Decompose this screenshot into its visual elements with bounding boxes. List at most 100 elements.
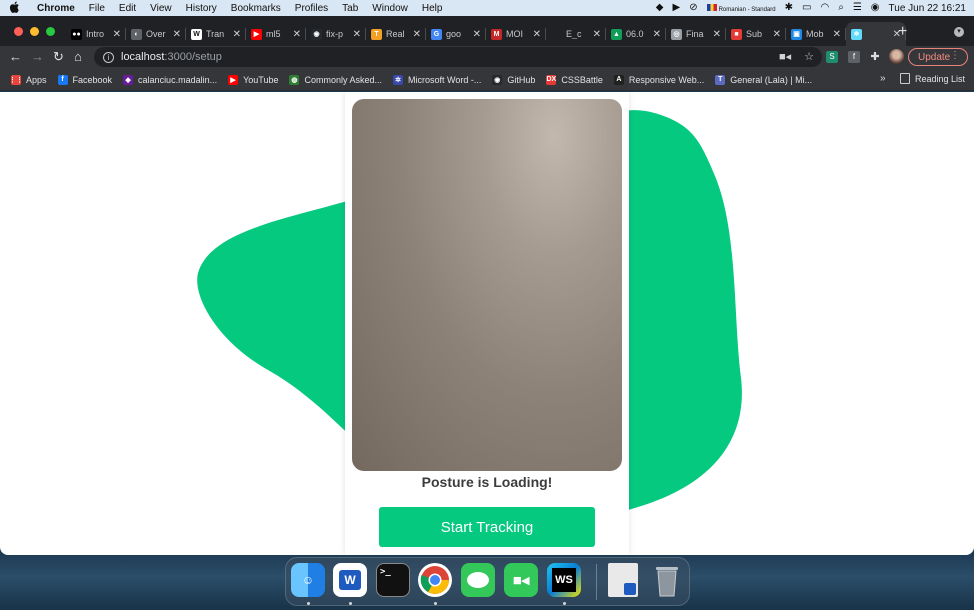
wifi-icon[interactable]: ◠ <box>820 0 829 16</box>
finder-icon[interactable]: ☺ <box>291 563 325 597</box>
bookmark-item[interactable]: f Facebook <box>57 74 112 85</box>
bookmark-item[interactable]: ▶ YouTube <box>228 74 278 85</box>
menu-file[interactable]: File <box>82 3 112 14</box>
url-host: localhost <box>121 51 165 63</box>
forward-icon[interactable]: → <box>31 49 44 65</box>
browser-tab[interactable]: E_c ✕ <box>546 22 606 46</box>
bookmark-item[interactable]: DX CSSBattle <box>546 74 603 85</box>
running-indicator <box>307 602 310 605</box>
camera-in-use-icon[interactable]: ■◂ <box>779 50 791 63</box>
browser-tab[interactable]: T Real ✕ <box>366 22 426 46</box>
input-source[interactable]: Romanian - Standard <box>706 3 776 14</box>
facetime-icon[interactable]: ■◂ <box>504 563 538 597</box>
menu-view[interactable]: View <box>143 3 179 14</box>
browser-tab[interactable]: ▶ ml5 ✕ <box>246 22 306 46</box>
menu-window[interactable]: Window <box>365 3 415 14</box>
tab-close-icon[interactable]: ✕ <box>653 29 661 40</box>
browser-tab[interactable]: ▣ Mob ✕ <box>786 22 846 46</box>
menu-history[interactable]: History <box>179 3 224 14</box>
menubar-clock[interactable]: Tue Jun 22 16:21 <box>889 3 966 14</box>
tab-close-icon[interactable]: ✕ <box>833 29 841 40</box>
browser-tab[interactable]: Ggoo ✕ <box>426 22 486 46</box>
bookmark-item[interactable]: ✲ Microsoft Word -... <box>393 74 481 85</box>
browser-tab[interactable]: ⚛ ✕ <box>846 22 906 46</box>
webcam-preview <box>352 99 622 471</box>
tab-close-icon[interactable]: ✕ <box>353 29 361 40</box>
extension-f-icon[interactable]: f <box>848 51 860 63</box>
battery-icon[interactable]: ▭ <box>802 0 811 16</box>
tab-close-icon[interactable]: ✕ <box>593 29 601 40</box>
menu-chrome[interactable]: Chrome <box>30 3 82 14</box>
word-icon[interactable]: W <box>333 563 367 597</box>
bookmark-star-icon[interactable]: ☆ <box>804 50 814 63</box>
browser-tab[interactable]: M MOI ✕ <box>486 22 546 46</box>
tab-close-icon[interactable]: ✕ <box>173 29 181 40</box>
trash-icon[interactable] <box>650 563 684 597</box>
minimize-window-button[interactable] <box>30 27 39 36</box>
browser-tab[interactable]: ◐ Over ✕ <box>126 22 186 46</box>
browser-tab[interactable]: ▲ 06.0 ✕ <box>606 22 666 46</box>
browser-tab[interactable]: W Tran ✕ <box>186 22 246 46</box>
profile-avatar[interactable] <box>889 49 904 64</box>
menu-bookmarks[interactable]: Bookmarks <box>224 3 288 14</box>
tab-favicon-icon <box>551 28 562 40</box>
bookmark-label: Apps <box>26 74 47 85</box>
bookmarks-overflow-button[interactable]: » <box>880 73 886 84</box>
browser-tab[interactable]: ◉ fix-p ✕ <box>306 22 366 46</box>
bluetooth-icon[interactable]: ✱ <box>785 0 793 16</box>
webstorm-icon[interactable]: WS <box>547 563 581 597</box>
bookmark-item[interactable]: ◍ Commonly Asked... <box>289 74 382 85</box>
address-bar[interactable]: i localhost:3000/setup ■◂ ☆ <box>94 47 822 67</box>
tab-close-icon[interactable]: ✕ <box>473 29 481 40</box>
home-icon[interactable]: ⌂ <box>74 49 82 65</box>
bookmark-favicon-icon: f <box>57 74 68 85</box>
bookmark-item[interactable]: ⋮⋮ Apps <box>9 74 47 85</box>
tab-close-icon[interactable]: ✕ <box>233 29 241 40</box>
close-window-button[interactable] <box>14 27 23 36</box>
new-tab-button[interactable]: + <box>898 23 907 41</box>
menu-tab[interactable]: Tab <box>335 3 365 14</box>
update-button[interactable]: Update ⋮ <box>908 48 968 66</box>
tab-close-icon[interactable]: ✕ <box>113 29 121 40</box>
tab-search-button[interactable]: ▾ <box>954 27 964 37</box>
bookmark-item[interactable]: ◆ calanciuc.madalin... <box>123 74 217 85</box>
bookmarks-bar: ⋮⋮ Apps f Facebook ◆ calanciuc.madalin... ▶ You… <box>0 69 974 91</box>
site-info-icon[interactable]: i <box>103 51 114 63</box>
bookmark-item[interactable]: ◉ GitHub <box>492 74 535 85</box>
bookmark-item[interactable]: A Responsive Web... <box>613 74 704 85</box>
extension-s-icon[interactable]: S <box>826 51 838 63</box>
play-icon[interactable]: ▶ <box>673 0 681 16</box>
bookmark-item[interactable]: T General (Lala) | Mi... <box>715 74 812 85</box>
terminal-icon[interactable]: >_ <box>376 563 410 597</box>
tab-close-icon[interactable]: ✕ <box>713 29 721 40</box>
browser-tab[interactable]: ■ Sub ✕ <box>726 22 786 46</box>
browser-tab[interactable]: ◎ Fina ✕ <box>666 22 726 46</box>
tab-close-icon[interactable]: ✕ <box>293 29 301 40</box>
extensions-puzzle-icon[interactable]: ✚ <box>869 51 881 63</box>
status-app-icon[interactable]: ◆ <box>656 0 664 16</box>
tab-title: E_c <box>566 29 582 39</box>
chrome-icon[interactable] <box>418 563 452 597</box>
messages-icon[interactable] <box>461 563 495 597</box>
reading-list-button[interactable]: Reading List <box>900 73 965 84</box>
zoom-window-button[interactable] <box>46 27 55 36</box>
back-icon[interactable]: ← <box>9 49 22 65</box>
tab-close-icon[interactable]: ✕ <box>533 29 541 40</box>
muted-icon[interactable]: ⊘ <box>689 0 697 16</box>
siri-icon[interactable]: ◉ <box>871 0 880 16</box>
menu-edit[interactable]: Edit <box>112 3 143 14</box>
menu-profiles[interactable]: Profiles <box>288 3 335 14</box>
control-center-icon[interactable]: ☰ <box>853 0 862 16</box>
spotlight-search-icon[interactable]: ⌕ <box>838 0 844 16</box>
browser-tab[interactable]: ●● Intro ✕ <box>66 22 126 46</box>
apple-menu-icon[interactable] <box>0 1 30 16</box>
tab-close-icon[interactable]: ✕ <box>773 29 781 40</box>
document-preview-icon[interactable] <box>608 563 638 597</box>
menu-help[interactable]: Help <box>415 3 450 14</box>
reload-icon[interactable]: ↻ <box>53 49 64 65</box>
bookmark-favicon-icon: ◆ <box>123 74 134 85</box>
macos-menu-bar: Chrome File Edit View History Bookmarks … <box>0 0 974 16</box>
tab-close-icon[interactable]: ✕ <box>413 29 421 40</box>
tab-title: goo <box>446 29 462 39</box>
start-tracking-button[interactable]: Start Tracking <box>379 507 595 547</box>
